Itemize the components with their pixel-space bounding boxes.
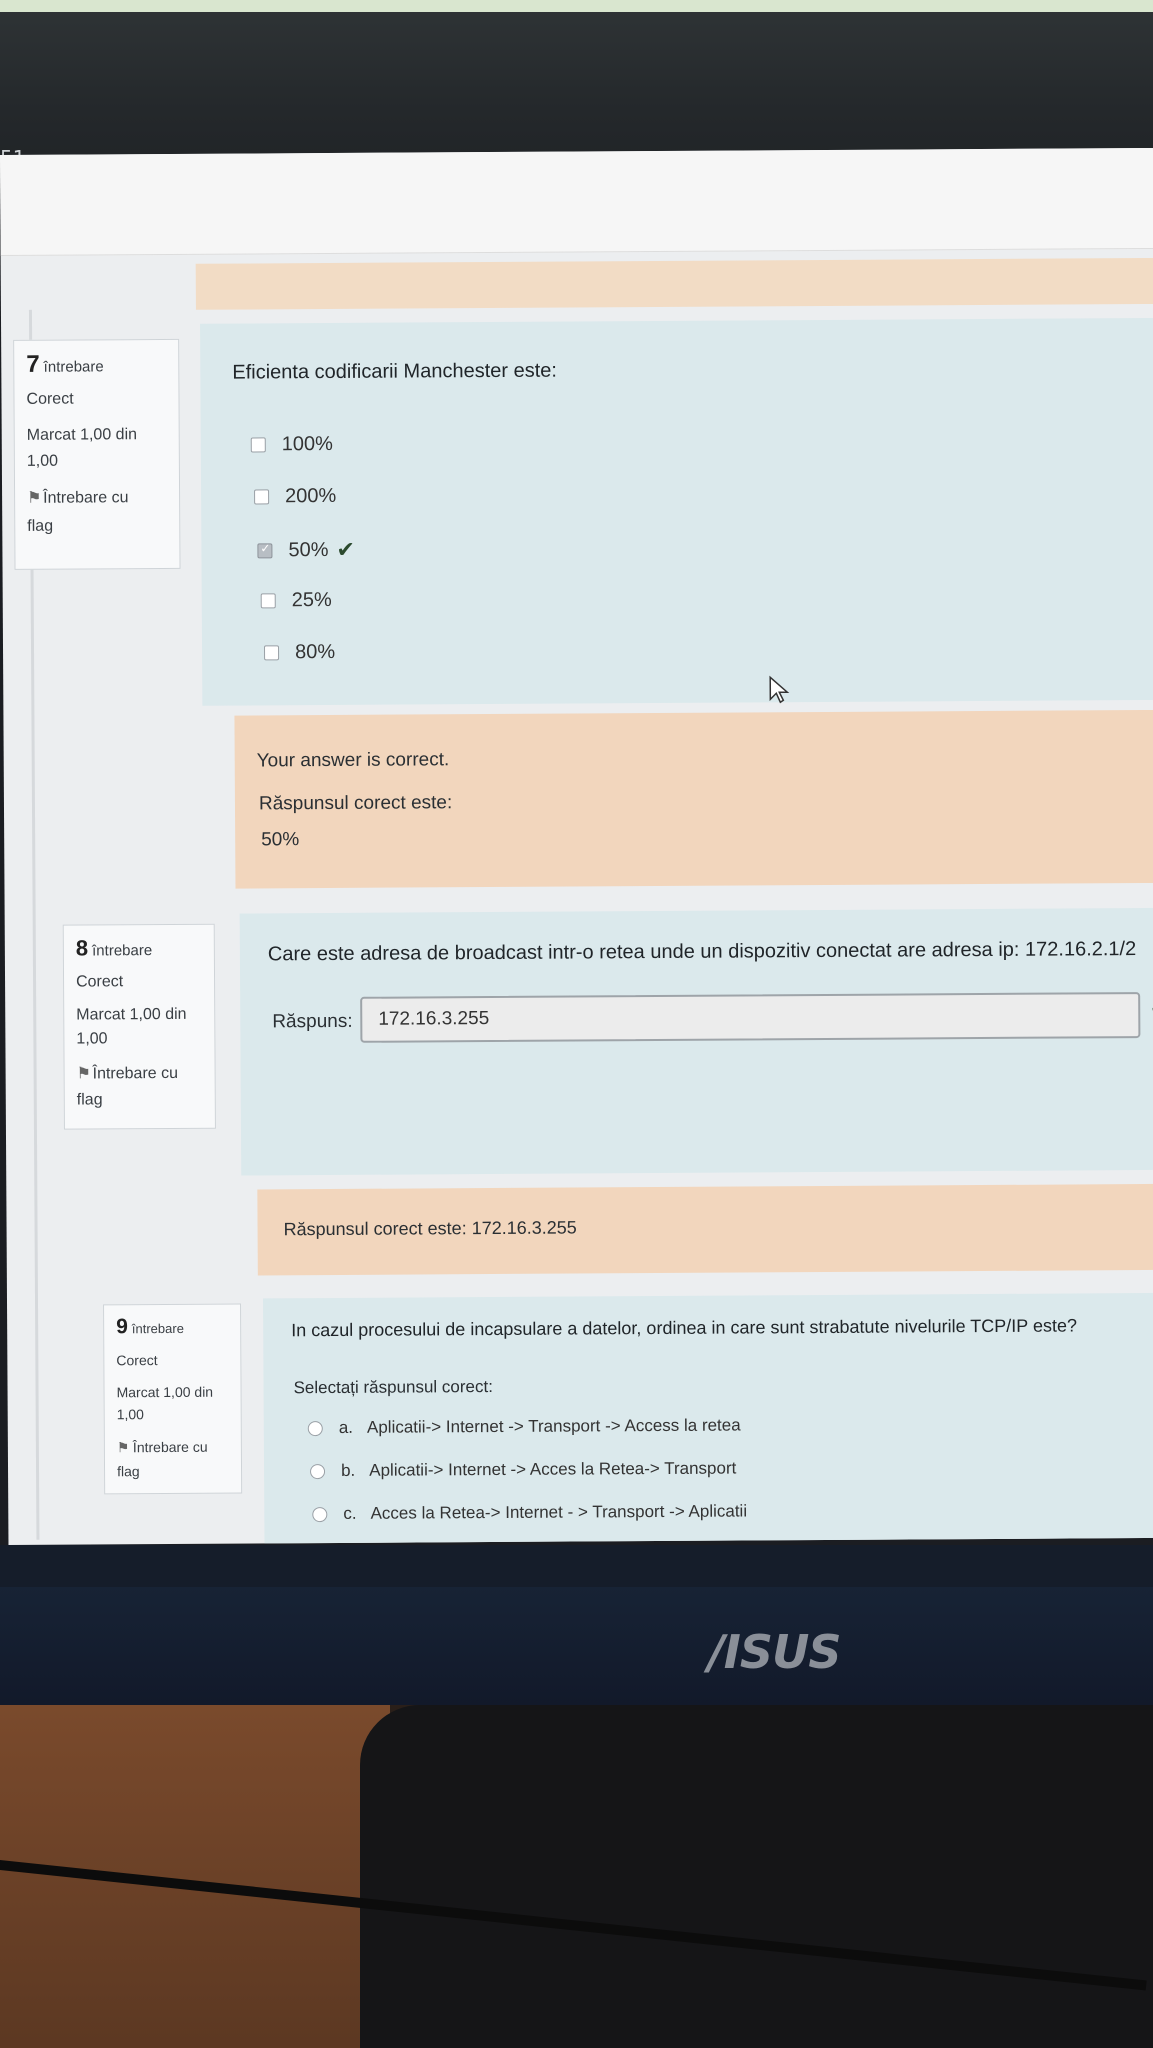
question-mark-line2: 1,00 [26, 452, 59, 470]
option-c[interactable]: c. Acces la Retea-> Internet - > Transpor… [312, 1501, 747, 1524]
question-status: Corect [116, 1352, 158, 1369]
question-number: 7 [26, 350, 40, 378]
radio-button[interactable] [309, 1463, 326, 1479]
checkbox-checked[interactable] [257, 542, 273, 558]
question-7-info: 7 întrebare Corect Marcat 1,00 din 1,00 ⚑… [13, 338, 181, 570]
question-mark-line1: Marcat 1,00 din [26, 426, 138, 444]
browser-screen: 7 întrebare Corect Marcat 1,00 din 1,00 ⚑… [0, 147, 1153, 1545]
option-label: Acces la Retea-> Internet - > Transport … [370, 1501, 748, 1523]
option-a[interactable]: a. Aplicatii-> Internet -> Transport -> A… [307, 1415, 741, 1438]
monitor-bottom-bezel [0, 1545, 1153, 1705]
flag-question-link[interactable]: ⚑Întrebare cu flag [117, 1435, 229, 1484]
option-50[interactable]: 50% ✔ [257, 537, 355, 564]
answer-label: Răspuns: [272, 1010, 353, 1033]
option-200[interactable]: 200% [254, 485, 336, 509]
flag-line2: flag [27, 517, 54, 535]
option-label: Aplicatii-> Internet -> Transport -> Acc… [366, 1415, 741, 1437]
correct-check-icon: ✔ [336, 536, 355, 562]
flag-question-link[interactable]: ⚑Întrebare cu flag [77, 1061, 203, 1114]
question-mark-line1: Marcat 1,00 din [116, 1383, 214, 1401]
flag-icon: ⚑ [27, 489, 42, 507]
flag-line2: flag [116, 1463, 140, 1480]
question-7-feedback: Your answer is correct. Răspunsul corect… [234, 709, 1153, 889]
question-text: In cazul procesului de incapsulare a dat… [291, 1315, 1078, 1341]
option-letter: b. [340, 1460, 356, 1480]
question-mark-line2: 1,00 [116, 1406, 144, 1423]
question-status: Corect [76, 973, 124, 991]
option-label: 200% [285, 484, 337, 508]
question-number: 9 [116, 1315, 128, 1339]
previous-feedback-bar [195, 257, 1153, 310]
monitor-stand [360, 1705, 1153, 2048]
option-label: 100% [281, 432, 333, 456]
question-word: întrebare [43, 358, 104, 376]
desk-area [0, 1705, 1153, 2048]
checkbox[interactable] [250, 437, 266, 453]
question-status: Corect [26, 390, 74, 408]
monitor-brand-logo: /ISUS [708, 1625, 842, 1679]
mouse-cursor-icon [769, 675, 790, 704]
answer-input[interactable]: 172.16.3.255 [360, 992, 1141, 1043]
question-8-feedback: Răspunsul corect este: 172.16.3.255 [257, 1183, 1153, 1276]
question-text: Care este adresa de broadcast intr-o ret… [267, 938, 1137, 966]
flag-icon: ⚑ [116, 1439, 130, 1456]
option-80[interactable]: 80% [264, 641, 335, 664]
background-edge [0, 0, 1153, 12]
option-letter: c. [343, 1503, 357, 1523]
option-25[interactable]: 25% [260, 588, 332, 612]
question-text: Eficienta codificarii Manchester este: [232, 359, 557, 384]
feedback-line2: Răspunsul corect este: [258, 792, 453, 815]
flag-icon: ⚑ [76, 1065, 92, 1083]
flag-line1: Întrebare cu [43, 489, 129, 507]
checkbox[interactable] [254, 489, 270, 505]
question-9-content: In cazul procesului de incapsulare a dat… [262, 1292, 1153, 1545]
option-label: 25% [291, 588, 332, 612]
flag-line1: Întrebare cu [132, 1438, 208, 1456]
question-word: întrebare [92, 942, 153, 960]
flag-line2: flag [76, 1091, 103, 1109]
feedback-line3: 50% [261, 829, 300, 851]
radio-button[interactable] [312, 1506, 328, 1522]
question-8-info: 8 întrebare Corect Marcat 1,00 din 1,00 ⚑… [62, 923, 216, 1130]
wood-desk [0, 1705, 390, 2048]
answer-prompt: Selectați răspunsul corect: [293, 1377, 493, 1398]
option-label: 50% [288, 538, 329, 561]
feedback-line1: Răspunsul corect este: 172.16.3.255 [283, 1217, 577, 1240]
flag-line1: Întrebare cu [92, 1064, 179, 1083]
option-100[interactable]: 100% [250, 432, 333, 457]
question-mark-line2: 1,00 [76, 1030, 108, 1048]
option-label: Aplicatii-> Internet -> Acces la Retea->… [369, 1458, 737, 1480]
option-b[interactable]: b. Aplicatii-> Internet -> Acces la Retea… [309, 1458, 737, 1482]
browser-header-area [0, 147, 1153, 256]
question-word: întrebare [131, 1320, 184, 1337]
flag-question-link[interactable]: ⚑Întrebare cu flag [27, 484, 167, 541]
monitor-chin [0, 1587, 1153, 1705]
question-8-content: Care este adresa de broadcast intr-o ret… [239, 907, 1153, 1176]
checkbox[interactable] [260, 593, 276, 609]
feedback-line1: Your answer is correct. [256, 749, 450, 772]
checkbox[interactable] [264, 645, 280, 661]
question-7-content: Eficienta codificarii Manchester este: 1… [200, 317, 1153, 706]
question-mark-line1: Marcat 1,00 din [76, 1005, 187, 1024]
option-label: 80% [294, 640, 336, 664]
question-number: 8 [75, 935, 89, 961]
question-9-info: 9 întrebare Corect Marcat 1,00 din 1,00 ⚑… [103, 1303, 243, 1495]
radio-button[interactable] [307, 1420, 323, 1436]
option-letter: a. [338, 1417, 354, 1437]
